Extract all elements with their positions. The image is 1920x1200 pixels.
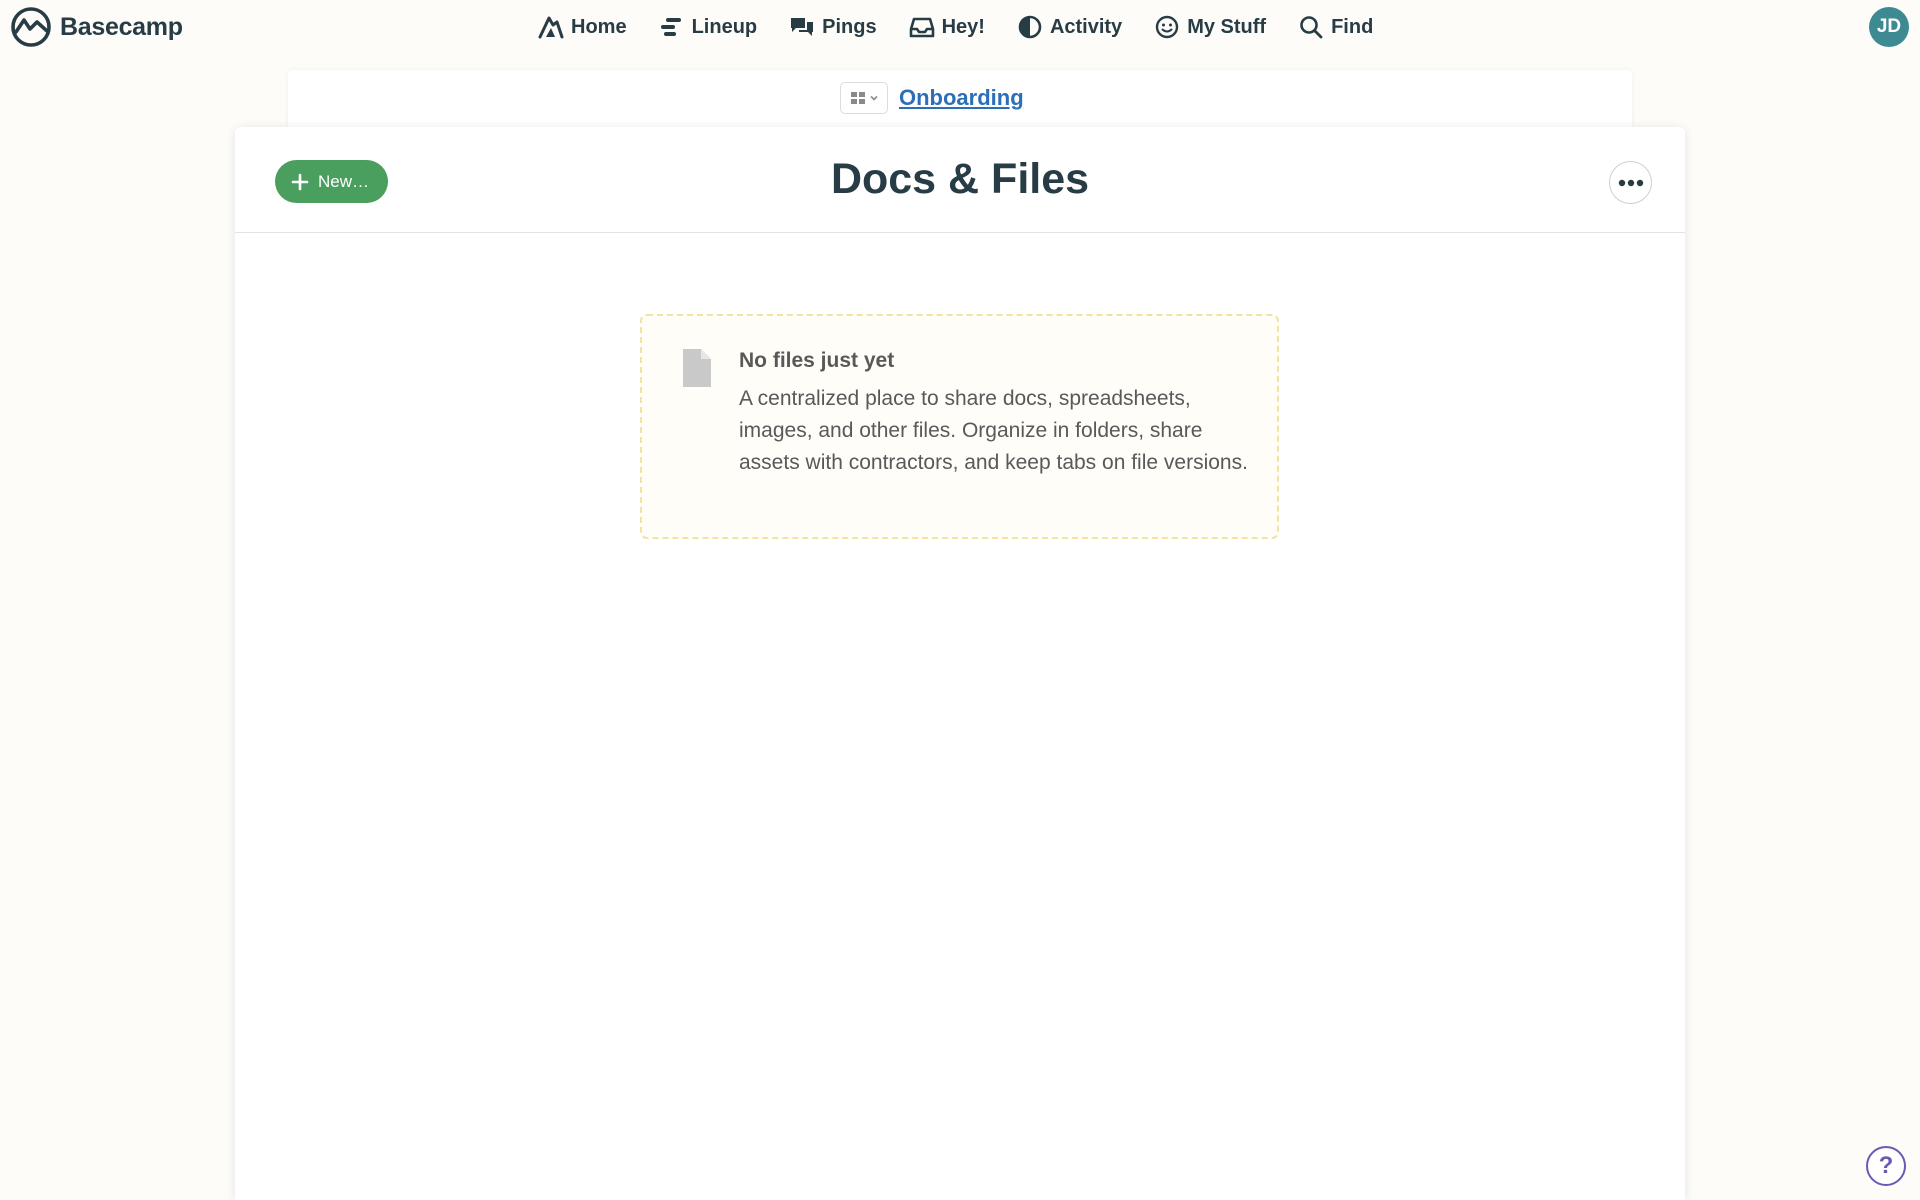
top-navigation: Basecamp Home Lineup Pings Hey! Activity… bbox=[0, 0, 1920, 54]
nav-activity[interactable]: Activity bbox=[1017, 14, 1122, 40]
pings-icon bbox=[791, 18, 814, 36]
basecamp-logo-link[interactable]: Basecamp bbox=[10, 7, 183, 47]
nav-my-stuff[interactable]: My Stuff bbox=[1154, 14, 1266, 40]
nav-find-label: Find bbox=[1331, 15, 1374, 38]
user-avatar[interactable]: JD bbox=[1869, 7, 1909, 47]
nav-lineup-label: Lineup bbox=[691, 15, 758, 38]
project-switcher-button[interactable] bbox=[840, 82, 888, 114]
smiley-icon bbox=[1155, 15, 1179, 39]
nav-activity-label: Activity bbox=[1049, 15, 1123, 38]
breadcrumb-project-link[interactable]: Onboarding bbox=[899, 84, 1024, 112]
nav-pings-label: Pings bbox=[822, 15, 877, 38]
inbox-icon bbox=[909, 17, 934, 38]
help-button[interactable]: ? bbox=[1866, 1146, 1906, 1186]
empty-state: No files just yet A centralized place to… bbox=[640, 314, 1279, 539]
chevron-down-icon bbox=[869, 95, 878, 101]
nav-lineup[interactable]: Lineup bbox=[659, 14, 758, 40]
page-title: Docs & Files bbox=[830, 155, 1090, 203]
brand-name: Basecamp bbox=[60, 12, 183, 41]
empty-state-description: A centralized place to share docs, sprea… bbox=[739, 387, 1248, 474]
document-icon bbox=[683, 349, 711, 387]
nav-home-label: Home bbox=[571, 15, 627, 38]
main-menu: Home Lineup Pings Hey! Activity My Stuff… bbox=[538, 10, 1373, 44]
home-icon bbox=[538, 16, 564, 39]
docs-files-card: New… Docs & Files No files just yet A ce… bbox=[235, 127, 1685, 1200]
search-icon bbox=[1300, 16, 1323, 39]
empty-state-title: No files just yet bbox=[739, 349, 895, 372]
card-header: New… Docs & Files bbox=[235, 127, 1685, 233]
more-options-button[interactable] bbox=[1609, 161, 1652, 204]
nav-pings[interactable]: Pings bbox=[789, 14, 877, 40]
nav-home[interactable]: Home bbox=[538, 14, 627, 40]
activity-icon bbox=[1018, 15, 1042, 39]
nav-hey[interactable]: Hey! bbox=[909, 14, 985, 40]
nav-my-stuff-label: My Stuff bbox=[1187, 15, 1267, 38]
nav-hey-label: Hey! bbox=[941, 15, 985, 38]
ellipsis-icon bbox=[1618, 179, 1643, 186]
grid-icon bbox=[850, 92, 865, 104]
basecamp-logo-icon bbox=[11, 7, 51, 47]
empty-state-text: No files just yet A centralized place to… bbox=[739, 346, 1249, 479]
lineup-icon bbox=[660, 18, 681, 36]
nav-find[interactable]: Find bbox=[1298, 14, 1373, 40]
